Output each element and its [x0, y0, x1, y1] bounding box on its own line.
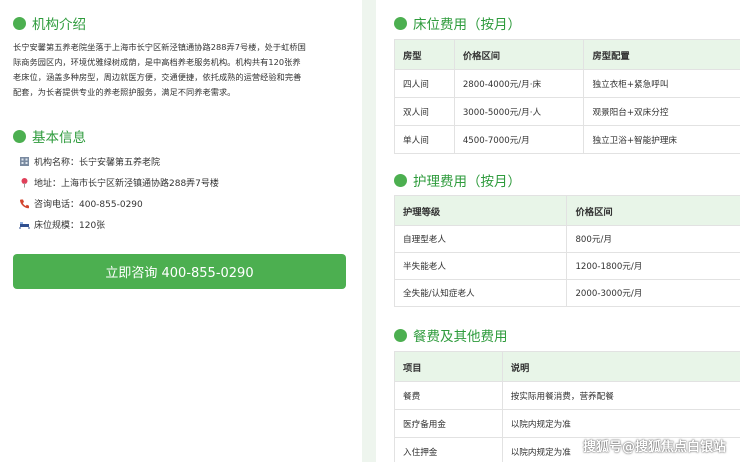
table-cell: 2000-3000元/月	[566, 279, 740, 307]
other-fees-title: 餐费及其他费用	[413, 329, 508, 345]
table-cell: 独立衣柜+紧急呼叫	[583, 69, 740, 98]
bed-fees-section-title: 床位费用（按月）	[394, 13, 521, 33]
care-fees-table: 护理等级 价格区间 自理型老人 800元/月 半失能老人 1200-1800元/…	[393, 195, 740, 307]
column-header: 说明	[501, 351, 740, 382]
info-name-text: 机构名称：长宁安馨第五养老院	[34, 158, 161, 168]
table-cell: 独立卫浴+智能护理床	[583, 125, 740, 154]
table-row: 单人间 4500-7000元/月 独立卫浴+智能护理床	[394, 125, 740, 154]
care-fees-title: 护理费用（按月）	[413, 174, 521, 190]
intro-section-title: 机构介绍	[13, 13, 86, 33]
table-row: 半失能老人 1200-1800元/月	[393, 252, 740, 280]
bullet-dot-icon	[13, 129, 26, 143]
bed-icon	[18, 219, 30, 231]
bullet-dot-icon	[394, 16, 407, 30]
bed-fees-title: 床位费用（按月）	[413, 17, 521, 33]
info-address-text: 地址：上海市长宁区新泾镇通协路288弄7号楼	[34, 179, 219, 189]
basic-info-section-title: 基本信息	[13, 126, 86, 146]
bullet-dot-icon	[394, 328, 407, 342]
table-cell: 入住押金	[394, 437, 503, 462]
basic-info-title: 基本信息	[32, 130, 86, 146]
panel-divider	[362, 0, 376, 462]
column-header: 护理等级	[393, 195, 568, 226]
care-fees-section-title: 护理费用（按月）	[394, 170, 521, 190]
table-cell: 单人间	[394, 125, 455, 154]
table-cell: 1200-1800元/月	[566, 252, 740, 280]
table-cell: 以院内规定为准	[501, 409, 740, 438]
table-cell: 按实际用餐消费，营养配餐	[501, 381, 740, 410]
column-header: 房型	[394, 39, 455, 70]
info-row-address: 地址：上海市长宁区新泾镇通协路288弄7号楼	[18, 172, 348, 193]
table-header-row: 护理等级 价格区间	[393, 195, 740, 226]
table-cell: 医疗备用金	[394, 409, 503, 438]
bullet-dot-icon	[394, 173, 407, 187]
column-header: 房型配置	[583, 39, 740, 70]
table-cell: 3000-5000元/月·人	[453, 97, 585, 126]
intro-line: 际商务园区内，环境优雅绿树成荫，是中高档养老服务机构。机构共有120张养	[13, 57, 301, 67]
info-row-phone: 咨询电话：400-855-0290	[18, 193, 348, 214]
info-beds-text: 床位规模：120张	[34, 221, 106, 231]
table-cell: 半失能老人	[393, 252, 568, 280]
table-row: 自理型老人 800元/月	[393, 225, 740, 253]
intro-line: 老床位，涵盖多种房型，周边就医方便，交通便捷，依托成熟的运营经验和完善	[13, 72, 302, 82]
location-pin-icon	[18, 177, 30, 189]
table-row: 医疗备用金 以院内规定为准	[394, 409, 740, 438]
column-header: 价格区间	[566, 195, 740, 226]
intro-text: 长宁安馨第五养老院坐落于上海市长宁区新泾镇通协路288弄7号楼，处于虹桥国 际商…	[13, 40, 353, 100]
bed-fees-table: 房型 价格区间 房型配置 四人间 2800-4000元/月·床 独立衣柜+紧急呼…	[394, 39, 740, 154]
table-row: 全失能/认知症老人 2000-3000元/月	[393, 279, 740, 307]
table-row: 四人间 2800-4000元/月·床 独立衣柜+紧急呼叫	[394, 69, 740, 98]
building-icon	[18, 156, 30, 168]
bullet-dot-icon	[13, 16, 26, 30]
table-cell: 自理型老人	[393, 225, 568, 253]
column-header: 项目	[394, 351, 503, 382]
info-phone-text: 咨询电话：400-855-0290	[34, 200, 143, 210]
table-cell: 四人间	[394, 69, 455, 98]
right-panel: 床位费用（按月） 房型 价格区间 房型配置 四人间 2800-4000元/月·床…	[376, 0, 740, 462]
table-cell: 800元/月	[566, 225, 740, 253]
info-row-beds: 床位规模：120张	[18, 214, 348, 235]
table-cell: 4500-7000元/月	[453, 125, 585, 154]
table-header-row: 房型 价格区间 房型配置	[394, 39, 740, 70]
intro-title: 机构介绍	[32, 17, 86, 33]
table-cell: 全失能/认知症老人	[393, 279, 568, 307]
table-cell: 观景阳台+双床分控	[583, 97, 740, 126]
info-row-name: 机构名称：长宁安馨第五养老院	[18, 151, 348, 172]
basic-info-list: 机构名称：长宁安馨第五养老院 地址：上海市长宁区新泾镇通协路288弄7号楼 咨询…	[18, 151, 348, 235]
intro-line: 长宁安馨第五养老院坐落于上海市长宁区新泾镇通协路288弄7号楼，处于虹桥国	[13, 42, 306, 52]
intro-line: 配套，为长者提供专业的养老照护服务，满足不同养老需求。	[13, 87, 236, 97]
phone-icon	[18, 198, 30, 210]
table-row: 双人间 3000-5000元/月·人 观景阳台+双床分控	[394, 97, 740, 126]
table-header-row: 项目 说明	[394, 351, 740, 382]
table-cell: 2800-4000元/月·床	[453, 69, 585, 98]
left-panel: 机构介绍 长宁安馨第五养老院坐落于上海市长宁区新泾镇通协路288弄7号楼，处于虹…	[0, 0, 362, 462]
table-row: 餐费 按实际用餐消费，营养配餐	[394, 381, 740, 410]
table-cell: 餐费	[394, 381, 503, 410]
table-cell: 双人间	[394, 97, 455, 126]
consult-button[interactable]: 立即咨询 400-855-0290	[13, 254, 346, 289]
watermark-text: 搜狐号@搜狐焦点白银站	[582, 440, 726, 455]
other-fees-section-title: 餐费及其他费用	[394, 325, 508, 345]
column-header: 价格区间	[453, 39, 585, 70]
